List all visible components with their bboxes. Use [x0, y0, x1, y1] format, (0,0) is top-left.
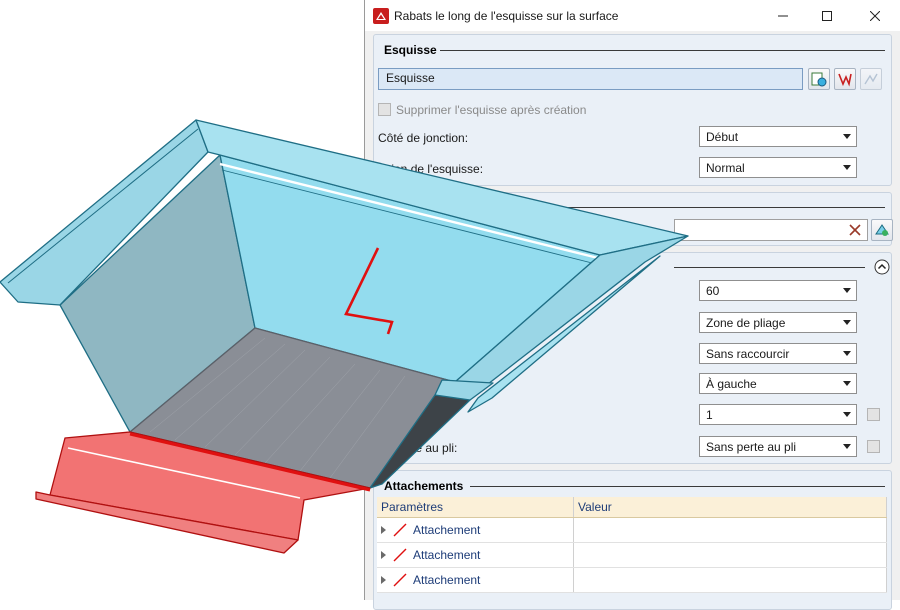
model-viewport[interactable] [0, 0, 900, 600]
sheet-metal-model[interactable] [0, 119, 689, 554]
